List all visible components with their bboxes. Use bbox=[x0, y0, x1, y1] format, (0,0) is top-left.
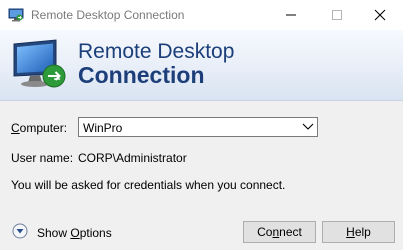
show-options-prefix: Show bbox=[37, 226, 71, 240]
expand-options-icon[interactable] bbox=[12, 223, 28, 239]
help-suffix: elp bbox=[354, 225, 371, 239]
monitor-remote-icon bbox=[13, 39, 66, 88]
computer-combobox[interactable]: WinPro bbox=[78, 117, 318, 137]
computer-label: Computer: bbox=[11, 121, 67, 135]
banner-title-line1: Remote Desktop bbox=[78, 40, 235, 63]
computer-label-mnemonic: C bbox=[11, 121, 20, 135]
computer-value[interactable]: WinPro bbox=[83, 121, 122, 135]
show-options-suffix: ptions bbox=[79, 226, 112, 240]
computer-label-rest: omputer: bbox=[19, 121, 68, 135]
rdp-window: Remote Desktop Connection Remote Desktop… bbox=[0, 0, 403, 250]
title-bar[interactable]: Remote Desktop Connection bbox=[0, 0, 403, 30]
connect-suffix: nect bbox=[279, 225, 302, 239]
connect-prefix: Co bbox=[257, 225, 273, 239]
banner-divider bbox=[0, 100, 403, 101]
username-label: User name: bbox=[11, 151, 74, 165]
credentials-info-text: You will be asked for credentials when y… bbox=[11, 178, 286, 192]
help-button[interactable]: Help bbox=[322, 221, 395, 243]
help-mnemonic: H bbox=[346, 225, 355, 239]
minimize-icon bbox=[286, 14, 296, 16]
remote-desktop-icon bbox=[8, 8, 24, 22]
show-options-mnemonic: O bbox=[70, 226, 80, 240]
banner: Remote Desktop Connection bbox=[0, 30, 403, 100]
window-title: Remote Desktop Connection bbox=[31, 8, 185, 22]
username-value: CORP\Administrator bbox=[78, 151, 187, 165]
show-options-label[interactable]: Show Options bbox=[37, 226, 112, 240]
chevron-down-icon[interactable] bbox=[302, 122, 314, 132]
close-icon bbox=[374, 9, 386, 21]
maximize-button[interactable] bbox=[314, 0, 360, 30]
banner-title-line2: Connection bbox=[78, 62, 205, 88]
close-button[interactable] bbox=[357, 0, 403, 30]
maximize-icon bbox=[332, 10, 342, 20]
connect-button[interactable]: Connect bbox=[243, 221, 316, 243]
minimize-button[interactable] bbox=[268, 0, 314, 30]
